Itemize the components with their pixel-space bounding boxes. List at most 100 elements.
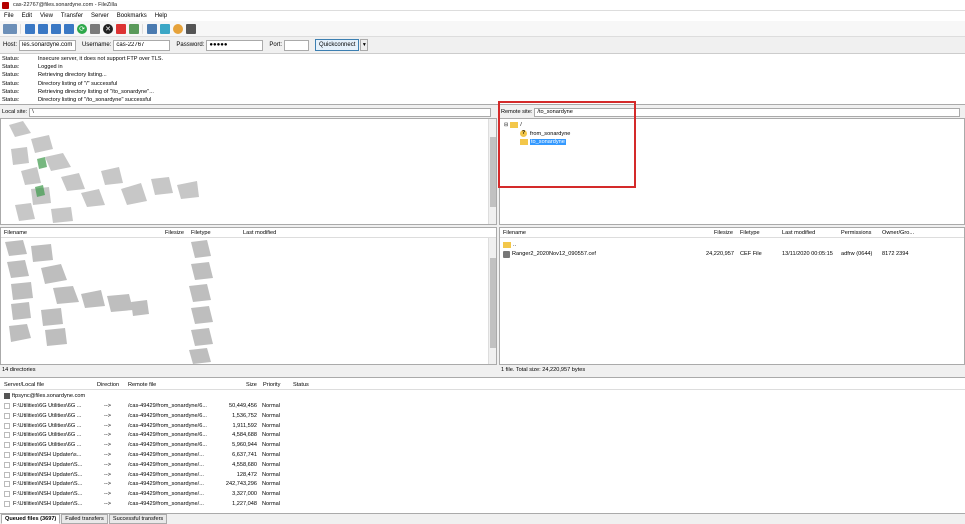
queue-row[interactable]: F:\Utilities\6G Utilities\6G ... --> /cas-… xyxy=(0,401,965,411)
scrollbar-thumb[interactable] xyxy=(490,137,496,207)
col-status[interactable]: Status xyxy=(293,382,309,388)
col-direction[interactable]: Direction xyxy=(97,382,119,388)
col-filetype[interactable]: Filetype xyxy=(191,230,211,236)
tree-root[interactable]: ⊟ / xyxy=(504,122,522,128)
queue-row[interactable]: F:\Utilities\NSH Updater\S... --> /cas-494… xyxy=(0,489,965,499)
queue-file-icon xyxy=(4,501,10,507)
sync-browse-icon[interactable] xyxy=(173,23,183,34)
col-filename[interactable]: Filename xyxy=(503,230,526,236)
queue-priority: Normal xyxy=(262,403,281,409)
tab-queued-files[interactable]: Queued files (3697) xyxy=(1,514,61,524)
toggle-queue-icon[interactable] xyxy=(64,23,74,34)
col-filetype[interactable]: Filetype xyxy=(740,230,760,236)
search-icon[interactable] xyxy=(186,23,196,34)
queue-size: 1,227,048 xyxy=(232,501,257,507)
remote-site-label: Remote site: xyxy=(501,109,533,115)
tab-successful-transfers[interactable]: Successful transfers xyxy=(108,514,168,524)
toggle-remote-tree-icon[interactable] xyxy=(51,23,61,34)
queue-direction: --> xyxy=(104,442,111,449)
queue-local-file: F:\Utilities\NSH Updater\S... xyxy=(13,461,83,468)
host-input[interactable] xyxy=(19,39,77,51)
col-filesize[interactable]: Filesize xyxy=(165,230,184,236)
local-files-blurred-content xyxy=(5,240,213,364)
toggle-message-log-icon[interactable] xyxy=(25,23,35,34)
menu-bookmarks[interactable]: Bookmarks xyxy=(117,13,147,19)
queue-priority: Normal xyxy=(262,481,281,488)
queue-direction: --> xyxy=(104,501,111,507)
queue-row[interactable]: F:\Utilities\NSH Updater\S... --> /cas-494… xyxy=(0,470,965,480)
queue-row[interactable]: F:\Utilities\6G Utilities\6G ... --> /cas-… xyxy=(0,440,965,450)
port-input[interactable] xyxy=(284,39,310,51)
col-permissions[interactable]: Permissions xyxy=(841,230,871,236)
col-owner-group[interactable]: Owner/Gro... xyxy=(882,230,914,236)
menu-server[interactable]: Server xyxy=(91,13,109,19)
remote-site-input[interactable]: /to_sonardyne xyxy=(534,107,961,117)
quickconnect-button[interactable]: Quickconnect xyxy=(315,39,360,51)
quickconnect-dropdown-button[interactable]: ▼ xyxy=(360,39,369,51)
queue-row[interactable]: F:\Utilities\6G Utilities\6G ... --> /cas-… xyxy=(0,430,965,440)
filter-icon[interactable] xyxy=(147,23,157,34)
collapse-icon[interactable]: ⊟ xyxy=(504,122,508,128)
queue-direction: --> xyxy=(104,491,111,498)
toolbar-divider xyxy=(142,23,143,34)
menu-transfer[interactable]: Transfer xyxy=(61,13,83,19)
local-file-list[interactable]: Filename Filesize Filetype Last modified xyxy=(0,227,497,365)
queue-remote-file: /cas-49429/from_sonardyne/... xyxy=(128,491,204,498)
queue-priority: Normal xyxy=(262,501,281,507)
menu-view[interactable]: View xyxy=(40,13,53,19)
queue-row[interactable]: F:\Utilities\6G Utilities\6G ... --> /cas-… xyxy=(0,411,965,421)
col-filename[interactable]: Filename xyxy=(4,230,27,236)
col-server-local-file[interactable]: Server/Local file xyxy=(4,382,44,388)
col-last-modified[interactable]: Last modified xyxy=(782,230,815,236)
refresh-icon[interactable]: ⟳ xyxy=(77,23,87,34)
queue-row[interactable]: F:\Utilities\NSH Updater\S... --> /cas-494… xyxy=(0,460,965,470)
file-icon xyxy=(503,251,510,258)
local-site-input[interactable]: \ xyxy=(29,107,492,117)
process-queue-icon[interactable] xyxy=(90,23,100,34)
queue-row[interactable]: F:\Utilities\6G Utilities\6G ... --> /cas-… xyxy=(0,421,965,431)
parent-directory-row[interactable]: .. xyxy=(503,240,516,249)
queue-local-file: F:\Utilities\NSH Updater\S... xyxy=(13,491,83,498)
col-size[interactable]: Size xyxy=(246,382,257,388)
col-filesize[interactable]: Filesize xyxy=(714,230,733,236)
local-list-scrollbar[interactable] xyxy=(488,238,496,364)
tree-item-from-sonardyne[interactable]: ? from_sonardyne xyxy=(520,130,570,137)
password-label: Password: xyxy=(176,42,205,48)
disconnect-icon[interactable] xyxy=(116,23,126,34)
remote-directory-tree[interactable]: ⊟ / ? from_sonardyne to_sonardyne xyxy=(499,118,965,225)
col-priority[interactable]: Priority xyxy=(263,382,280,388)
log-row: Status: Retrieving directory listing... xyxy=(2,72,107,79)
local-tree-scrollbar[interactable] xyxy=(488,119,496,224)
toggle-local-tree-icon[interactable] xyxy=(38,23,48,34)
local-directory-tree[interactable] xyxy=(0,118,497,225)
queue-row[interactable]: F:\Utilities\NSH Updater\s... --> /cas-494… xyxy=(0,450,965,460)
compare-icon[interactable] xyxy=(160,23,170,34)
queue-row[interactable]: F:\Utilities\NSH Updater\S... --> /cas-494… xyxy=(0,479,965,489)
queue-file-icon xyxy=(4,442,10,449)
host-label: Host: xyxy=(3,42,18,48)
password-input[interactable] xyxy=(206,39,264,51)
remote-file-row[interactable]: Ranger2_2020Nov12_090557.cef 24,220,957 … xyxy=(500,250,964,259)
menu-edit[interactable]: Edit xyxy=(22,13,32,19)
remote-file-list[interactable]: Filename Filesize Filetype Last modified… xyxy=(499,227,965,365)
scrollbar-thumb[interactable] xyxy=(490,258,496,348)
queue-priority: Normal xyxy=(262,422,281,429)
menu-help[interactable]: Help xyxy=(155,13,167,19)
transfer-queue[interactable]: Server/Local file Direction Remote file … xyxy=(0,377,965,513)
col-last-modified[interactable]: Last modified xyxy=(243,230,276,236)
message-log[interactable]: Status: Insecure server, it does not supp… xyxy=(0,54,965,105)
tree-item-to-sonardyne[interactable]: to_sonardyne xyxy=(520,139,566,145)
queue-direction: --> xyxy=(104,481,111,488)
queue-row[interactable]: F:\Utilities\NSH Updater\S... --> /cas-494… xyxy=(0,499,965,509)
queue-server-row[interactable]: ftpsync@files.sonardyne.com xyxy=(0,391,965,401)
cancel-icon[interactable]: ✕ xyxy=(103,23,113,34)
site-manager-icon[interactable] xyxy=(3,23,17,34)
queue-priority: Normal xyxy=(262,471,281,478)
username-input[interactable] xyxy=(113,39,171,51)
toolbar-divider xyxy=(20,23,21,34)
col-remote-file[interactable]: Remote file xyxy=(128,382,156,388)
tab-failed-transfers[interactable]: Failed transfers xyxy=(61,514,108,524)
menu-file[interactable]: File xyxy=(4,13,14,19)
reconnect-icon[interactable] xyxy=(129,23,139,34)
folder-icon xyxy=(520,139,528,145)
